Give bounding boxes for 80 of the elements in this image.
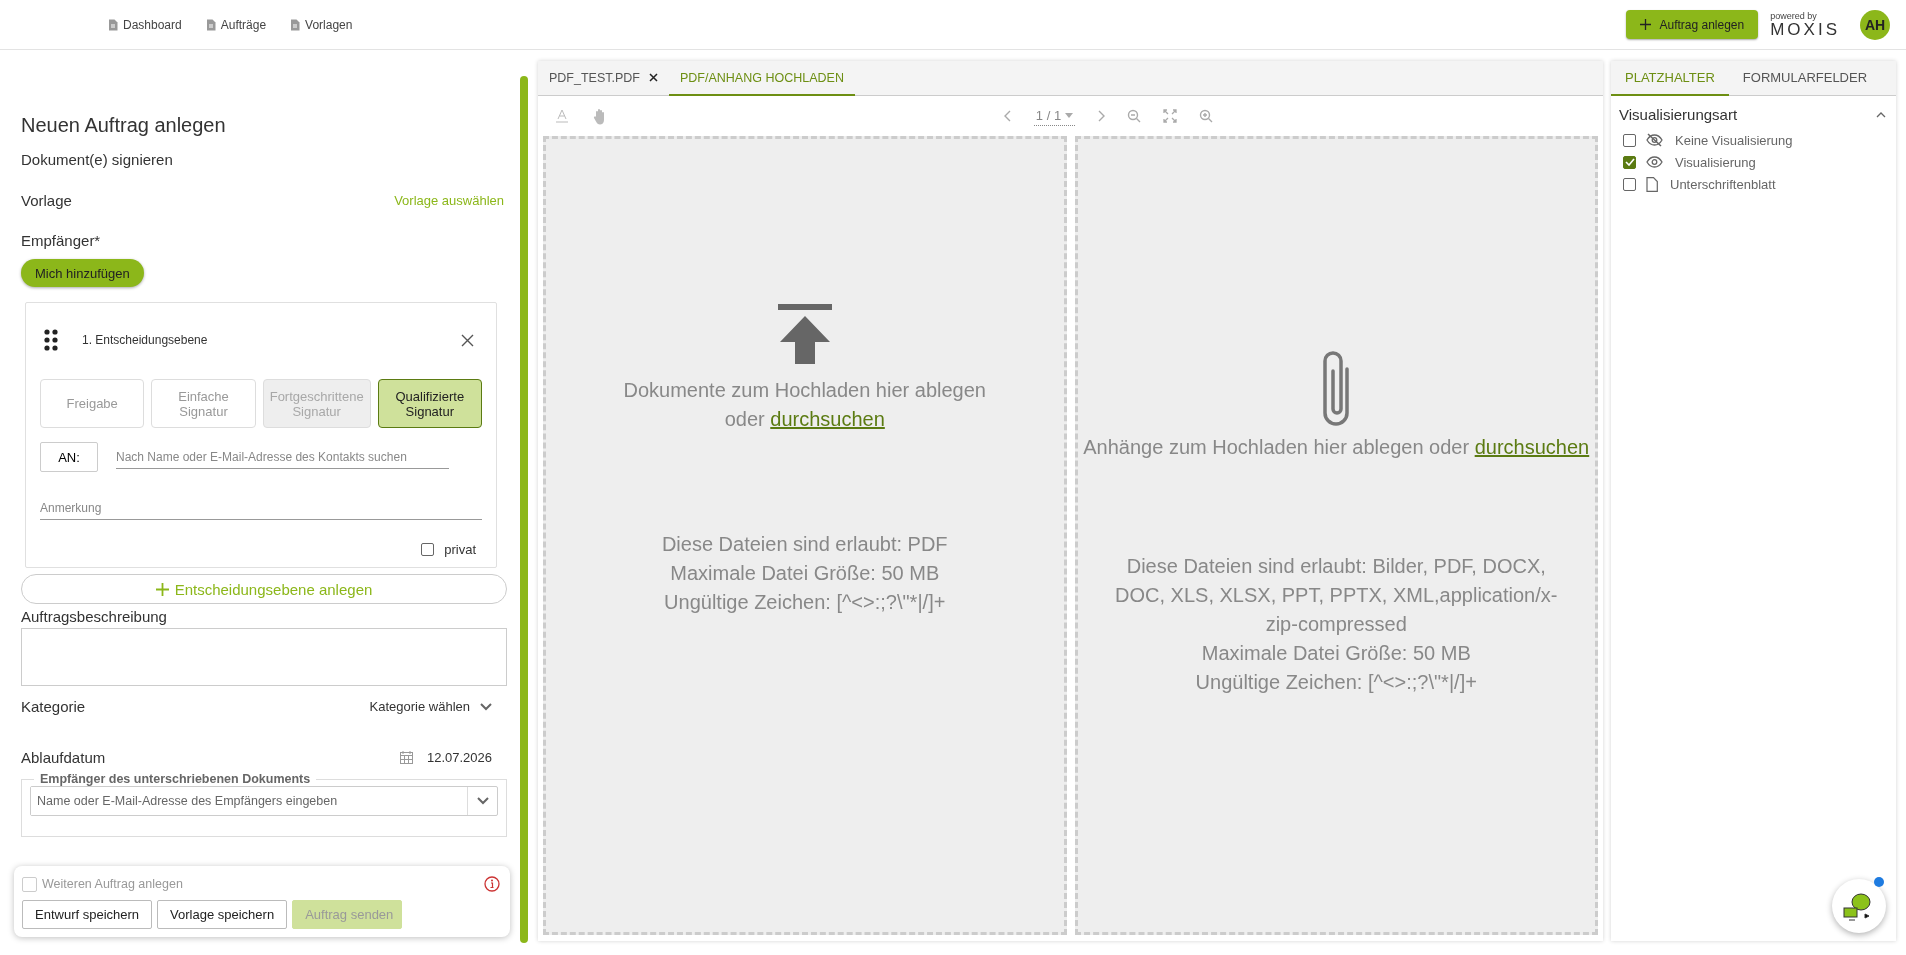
option-checkbox[interactable] — [1623, 133, 1636, 147]
fullscreen-icon[interactable] — [1163, 109, 1178, 123]
option-label: Keine Visualisierung — [1675, 132, 1793, 148]
drop-zone[interactable]: Dokumente zum Hochladen hier ablegen oder durchsuchen Diese Dateien sind erlaubt: PDF Maximale Datei Größe: 50 MB Ungültige Zeichen: [^<>:;?\"*|/]+ — [543, 136, 1067, 935]
document-icon — [290, 18, 301, 31]
powered-by-text: powered by — [1770, 11, 1818, 21]
next-page-icon[interactable] — [1097, 110, 1106, 122]
eye-slash-icon — [1646, 133, 1663, 147]
zoom-out-icon[interactable] — [1127, 109, 1142, 123]
close-icon[interactable] — [649, 73, 658, 82]
upload-rule-text: Ungültige Zeichen: [^<>:;?\"*|/]+ — [1194, 670, 1478, 695]
footer-button[interactable]: Vorlage speichern — [157, 900, 288, 929]
side-tab[interactable]: FORMULARFELDER — [1728, 61, 1882, 96]
upload-rule-text: Maximale Datei Größe: 50 MB — [669, 561, 941, 586]
info-icon[interactable] — [484, 876, 500, 892]
previous-page-icon[interactable] — [1003, 110, 1012, 122]
nav-link[interactable]: Aufträge — [205, 17, 267, 32]
another-order-label: Weiteren Auftrag anlegen — [42, 877, 184, 891]
option-label: Unterschriftenblatt — [1670, 176, 1776, 192]
template-label: Vorlage — [21, 192, 72, 209]
page-selector[interactable]: 1 / 1 — [1033, 106, 1076, 126]
description-field[interactable] — [21, 628, 507, 686]
scrollbar-thumb[interactable] — [520, 76, 528, 943]
option-label: Visualisierung — [1675, 154, 1756, 170]
chevron-down-icon[interactable] — [476, 797, 489, 805]
eye-icon — [1646, 156, 1663, 168]
collapse-icon[interactable] — [1876, 111, 1886, 118]
browse-link[interactable]: durchsuchen — [770, 408, 885, 430]
drop-zone[interactable] — [1074, 136, 1598, 935]
plus-icon — [155, 582, 169, 596]
drag-handle-icon[interactable] — [44, 329, 58, 351]
option-checkbox[interactable] — [1623, 155, 1636, 169]
nav-link[interactable]: Vorlagen — [290, 17, 353, 32]
section-title: Visualisierungsart — [1619, 106, 1738, 123]
side-tab[interactable]: PLATZHALTER — [1611, 61, 1729, 96]
upload-icon — [777, 304, 832, 364]
create-order-button[interactable]: Auftrag anlegen — [1626, 10, 1759, 39]
signed-recipients-legend: Empfänger des unterschriebenen Dokuments — [34, 772, 317, 786]
text-tool-icon[interactable] — [554, 108, 570, 124]
private-label: privat — [444, 542, 476, 557]
caret-icon — [1065, 113, 1074, 118]
upload-rule-text: Diese Dateien sind erlaubt: Bilder, PDF, DOCX, DOC, XLS, XLSX, PPT, PPTX, XML,application/x-zip-compressed — [1114, 554, 1559, 637]
contact-search-field[interactable]: Nach Name oder E-Mail-Adresse des Kontakts suchen — [116, 445, 449, 469]
browse-link[interactable]: durchsuchen — [1474, 436, 1590, 458]
category-select[interactable]: Kategorie wählen — [363, 698, 498, 715]
document-tab[interactable]: PDF_TEST.PDF — [538, 61, 669, 96]
drop-instruction: Anhänge zum Hochladen hier ablegen oder durchsuchen — [1083, 435, 1590, 460]
document-icon — [205, 18, 216, 31]
user-avatar[interactable]: AH — [1860, 9, 1890, 40]
recipient-type-button[interactable]: AN: — [40, 442, 98, 472]
upload-rule-text: Ungültige Zeichen: [^<>:;?\"*|/]+ — [663, 590, 947, 615]
form-subtitle: Dokument(e) signieren — [21, 151, 174, 168]
signature-type-button[interactable]: Qualifizierte Signatur — [377, 379, 482, 428]
description-label: Auftragsbeschreibung — [21, 608, 168, 625]
category-label: Kategorie — [21, 698, 86, 715]
document-icon — [1646, 176, 1658, 192]
form-title: Neuen Auftrag anlegen — [21, 114, 227, 137]
calendar-icon[interactable] — [399, 751, 413, 764]
decision-level-title: 1. Entscheidungsebene — [82, 333, 209, 347]
upload-rule-text: Diese Dateien sind erlaubt: PDF — [661, 532, 948, 557]
document-icon — [108, 18, 118, 31]
drop-instruction: Dokumente zum Hochladen hier ablegen oder durchsuchen — [622, 378, 987, 432]
chevron-down-icon — [480, 702, 492, 711]
zoom-in-icon[interactable] — [1199, 109, 1214, 123]
close-icon[interactable] — [461, 333, 474, 347]
brand-logo: MOXIS — [1770, 20, 1840, 38]
document-tab[interactable]: PDF/ANHANG HOCHLADEN — [669, 61, 855, 96]
expiry-date: 12.07.2026 — [426, 750, 492, 765]
another-order-checkbox[interactable] — [22, 876, 37, 892]
option-checkbox[interactable] — [1623, 177, 1636, 191]
add-me-button[interactable]: Mich hinzufügen — [21, 259, 144, 287]
signed-recipient-field[interactable]: Name oder E-Mail-Adresse des Empfängers eingeben — [30, 786, 498, 816]
nav-link[interactable]: Dashboard — [108, 17, 182, 32]
expiry-label: Ablaufdatum — [21, 749, 106, 766]
note-field[interactable]: Anmerkung — [40, 497, 482, 520]
plus-icon — [1640, 19, 1652, 30]
private-checkbox[interactable] — [421, 543, 435, 556]
upload-rule-text: Maximale Datei Größe: 50 MB — [1200, 641, 1472, 666]
recipients-label: Empfänger* — [21, 232, 102, 249]
footer-button[interactable]: Entwurf speichern — [22, 900, 153, 929]
